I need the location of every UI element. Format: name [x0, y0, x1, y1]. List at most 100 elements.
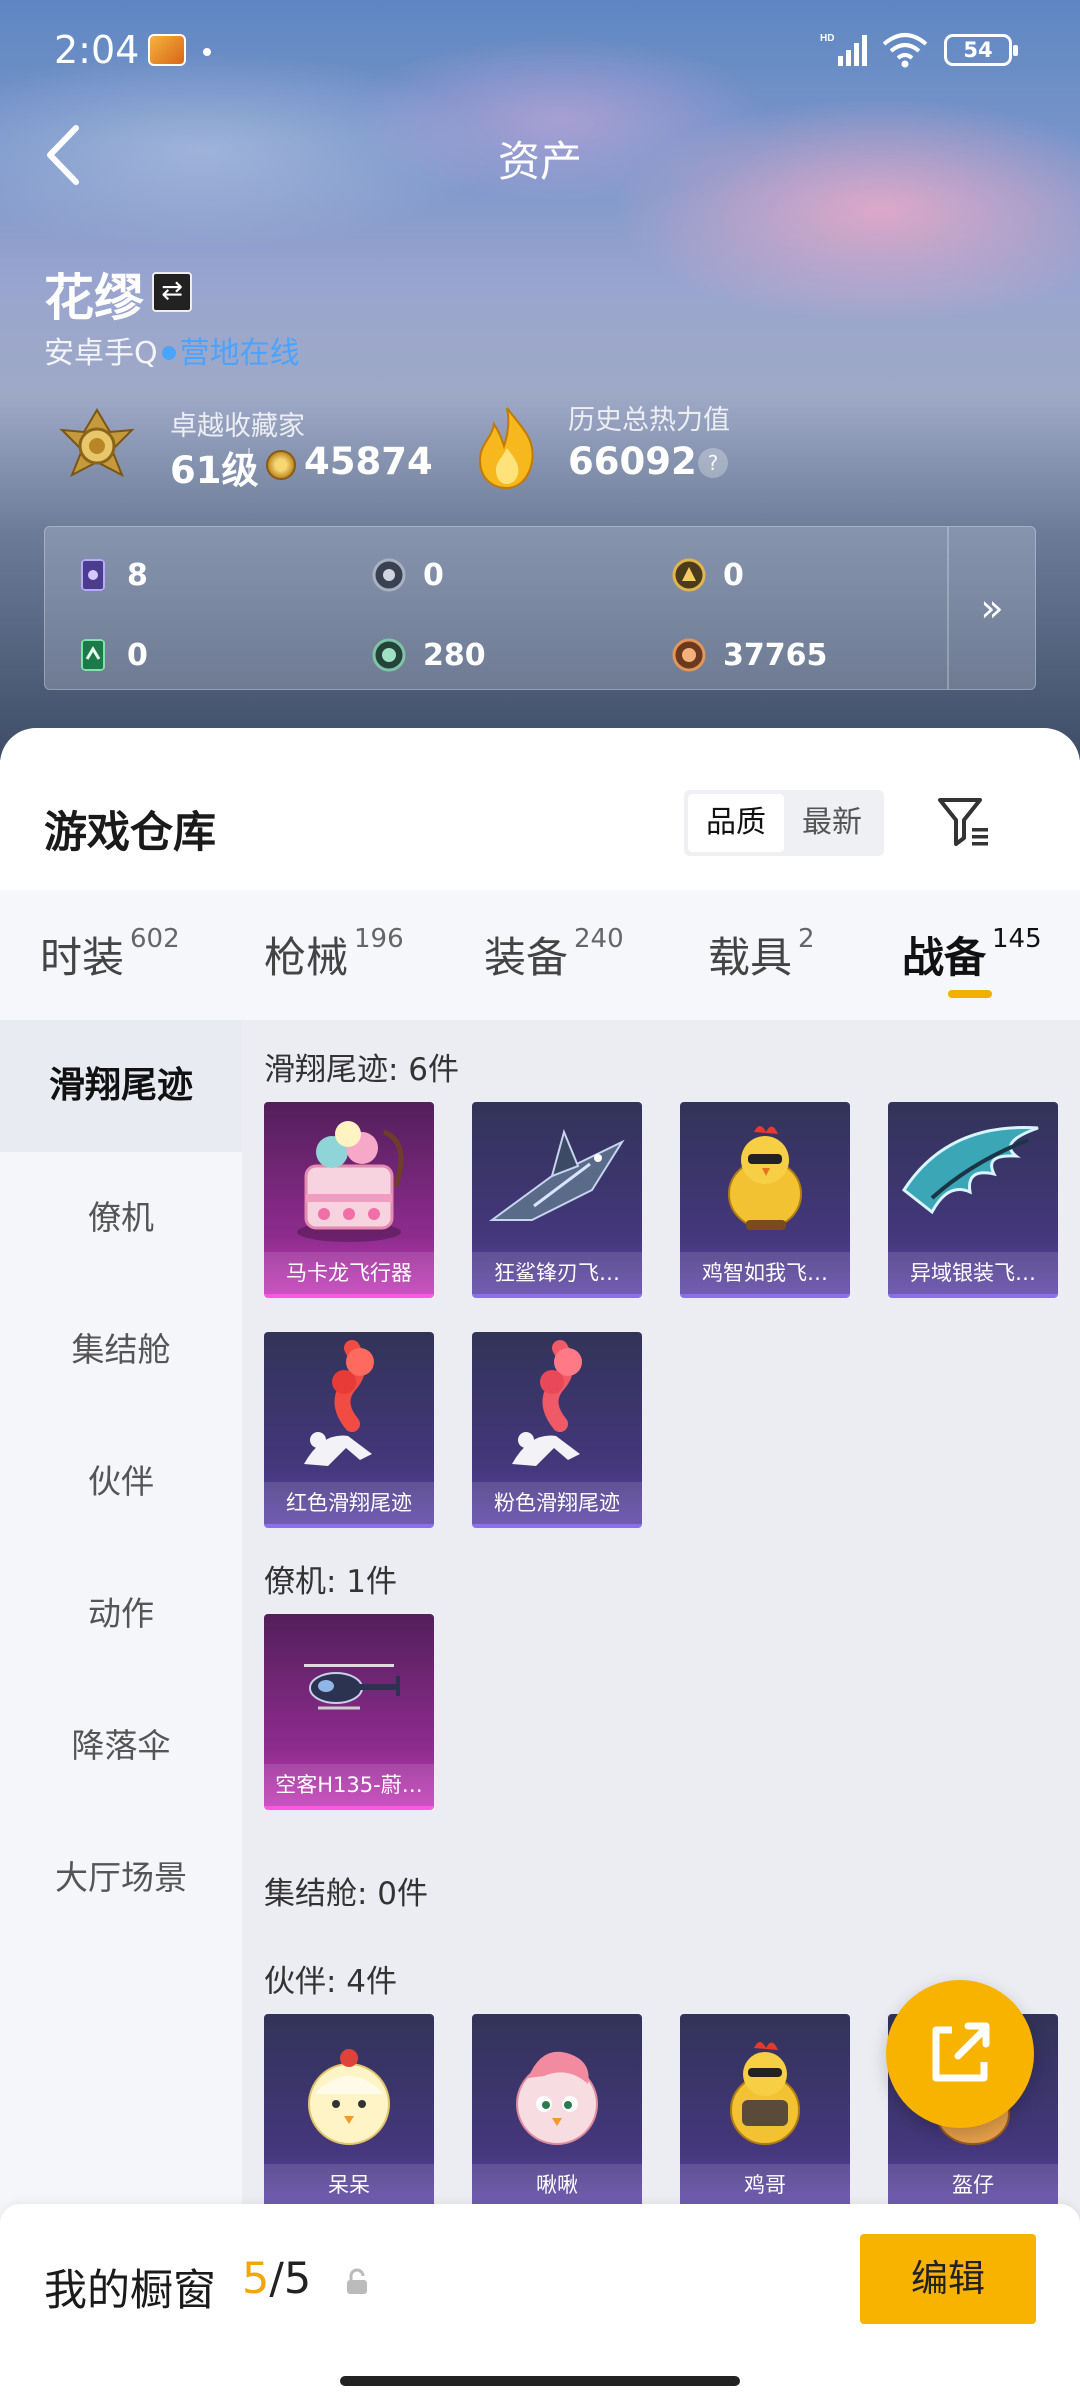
showcase-count: 5/5 — [242, 2254, 311, 2304]
item-name: 呆呆 — [264, 2164, 434, 2206]
tab-vehicles[interactable]: 载具 2 — [708, 924, 815, 985]
tab-label: 载具 — [708, 933, 793, 982]
sort-quality-button[interactable]: 品质 — [688, 794, 784, 852]
tab-label: 时装 — [40, 933, 125, 982]
shark-glider-icon — [488, 1128, 625, 1221]
svg-text:HD: HD — [820, 33, 834, 44]
card-ticket-icon — [81, 559, 105, 591]
coin-icon — [266, 450, 296, 480]
tab-battle-prep[interactable]: 战备 145 — [902, 924, 1042, 985]
subcategory-sidebar: 滑翔尾迹 僚机 集结舱 伙伴 动作 降落伞 大厅场景 — [0, 1020, 242, 2400]
item-card[interactable]: 鸡哥 — [680, 2014, 850, 2210]
lock-icon — [347, 2268, 367, 2294]
coin-count: 45874 — [304, 440, 433, 483]
resource-value: 0 — [723, 557, 744, 593]
item-card[interactable]: 红色滑翔尾迹 — [264, 1332, 434, 1528]
sidebar-item-glide-trail[interactable]: 滑翔尾迹 — [0, 1020, 242, 1152]
tab-count: 240 — [574, 924, 624, 954]
daidai-companion-icon — [308, 2049, 390, 2145]
share-button[interactable] — [886, 1980, 1034, 2128]
jiujiu-companion-icon — [516, 2051, 598, 2145]
divider — [248, 448, 250, 482]
collector-badge-icon[interactable] — [52, 400, 142, 490]
user-name: 花缪 — [44, 269, 144, 327]
tab-label: 枪械 — [264, 933, 349, 982]
help-icon[interactable]: ? — [698, 448, 728, 478]
online-dot-icon — [161, 346, 176, 360]
sidebar-item-parachute[interactable]: 降落伞 — [0, 1680, 242, 1812]
sidebar-item-companion[interactable]: 伙伴 — [0, 1416, 242, 1548]
resource-green-card: 0 — [75, 637, 148, 673]
status-bar: 2:04 HD 54 — [0, 0, 1080, 100]
sidebar-item-assembly-pod[interactable]: 集结舱 — [0, 1284, 242, 1416]
heat-label: 历史总热力值 — [568, 405, 730, 436]
showcase-label: 我的橱窗 — [44, 2266, 216, 2316]
sidebar-item-wingman[interactable]: 僚机 — [0, 1152, 242, 1284]
resource-value: 0 — [127, 637, 148, 673]
sort-newest-button[interactable]: 最新 — [784, 794, 880, 852]
showcase-current: 5 — [242, 2254, 270, 2304]
chicken-glider-icon — [728, 1126, 802, 1230]
share-icon — [932, 2022, 990, 2082]
helicopter-icon — [304, 1664, 400, 1710]
tab-outfits[interactable]: 时装 602 — [40, 924, 180, 985]
section-title: 伙伴: 4件 — [264, 1964, 398, 2000]
tab-count: 145 — [992, 924, 1042, 954]
tab-equipment[interactable]: 装备 240 — [484, 924, 624, 985]
section-title: 集结舱: 0件 — [264, 1876, 429, 1912]
item-name: 红色滑翔尾迹 — [264, 1482, 434, 1524]
tab-count: 196 — [354, 924, 404, 954]
item-card[interactable]: 狂鲨锋刃飞… — [472, 1102, 642, 1298]
switch-account-icon[interactable]: ⇄ — [152, 272, 192, 312]
resource-value: 37765 — [723, 637, 828, 673]
tab-label: 战备 — [902, 933, 987, 982]
sidebar-item-lobby-scene[interactable]: 大厅场景 — [0, 1812, 242, 1944]
resource-green-token: 280 — [371, 637, 486, 673]
showcase-total: /5 — [269, 2254, 312, 2304]
item-card[interactable]: 啾啾 — [472, 2014, 642, 2210]
page-title: 资产 — [497, 137, 582, 186]
resource-value: 280 — [423, 637, 486, 673]
resource-value: 8 — [127, 557, 148, 593]
item-card[interactable]: 呆呆 — [264, 2014, 434, 2210]
item-name: 粉色滑翔尾迹 — [472, 1482, 642, 1524]
heat-value: 66092 — [568, 440, 697, 483]
platform-label: 安卓手Q — [44, 336, 158, 371]
sidebar-item-emote[interactable]: 动作 — [0, 1548, 242, 1680]
active-tab-indicator — [948, 990, 992, 998]
item-card[interactable]: 鸡智如我飞… — [680, 1102, 850, 1298]
item-name: 空客H135-蔚… — [264, 1764, 434, 1806]
resource-silver: 0 — [371, 557, 444, 593]
filter-icon[interactable] — [936, 794, 992, 850]
item-card[interactable]: 空客H135-蔚… — [264, 1614, 434, 1810]
tab-label: 装备 — [484, 933, 569, 982]
rank-label: 卓越收藏家 — [170, 411, 305, 442]
more-resources-button[interactable]: » — [947, 527, 1035, 689]
green-token-icon — [372, 638, 406, 672]
item-card[interactable]: 马卡龙飞行器 — [264, 1102, 434, 1298]
pink-trail-icon — [512, 1340, 582, 1466]
sort-toggle: 品质 最新 — [684, 790, 884, 856]
item-grid: 滑翔尾迹: 6件 马卡龙飞行器 狂鲨锋刃飞… 鸡智如我飞… 异域银装飞… 红色滑… — [242, 1020, 1080, 2400]
notification-dot-icon — [203, 48, 211, 56]
gold-token-icon — [672, 558, 706, 592]
item-card[interactable]: 粉色滑翔尾迹 — [472, 1332, 642, 1528]
warehouse-sheet: 游戏仓库 品质 最新 时装 602 枪械 196 装备 240 载具 2 战备 145 滑… — [0, 728, 1080, 2400]
item-name: 鸡智如我飞… — [680, 1252, 850, 1294]
resources-panel[interactable]: 8 0 0 0 280 37765 » — [44, 526, 1036, 690]
section-title: 僚机: 1件 — [264, 1564, 398, 1600]
warehouse-title: 游戏仓库 — [44, 808, 216, 858]
showcase-bar: 我的橱窗 5/5 编辑 — [0, 2204, 1080, 2400]
item-name: 异域银装飞… — [888, 1252, 1058, 1294]
item-card[interactable]: 异域银装飞… — [888, 1102, 1058, 1298]
item-name: 啾啾 — [472, 2164, 642, 2206]
silver-wing-glider-icon — [901, 1126, 1039, 1215]
item-name: 狂鲨锋刃飞… — [472, 1252, 642, 1294]
resource-value: 0 — [423, 557, 444, 593]
home-indicator[interactable] — [340, 2376, 740, 2386]
tab-guns[interactable]: 枪械 196 — [264, 924, 404, 985]
bronze-token-icon — [672, 638, 706, 672]
jige-companion-icon — [730, 2042, 800, 2145]
edit-button[interactable]: 编辑 — [860, 2234, 1036, 2324]
resource-gold: 0 — [671, 557, 744, 593]
